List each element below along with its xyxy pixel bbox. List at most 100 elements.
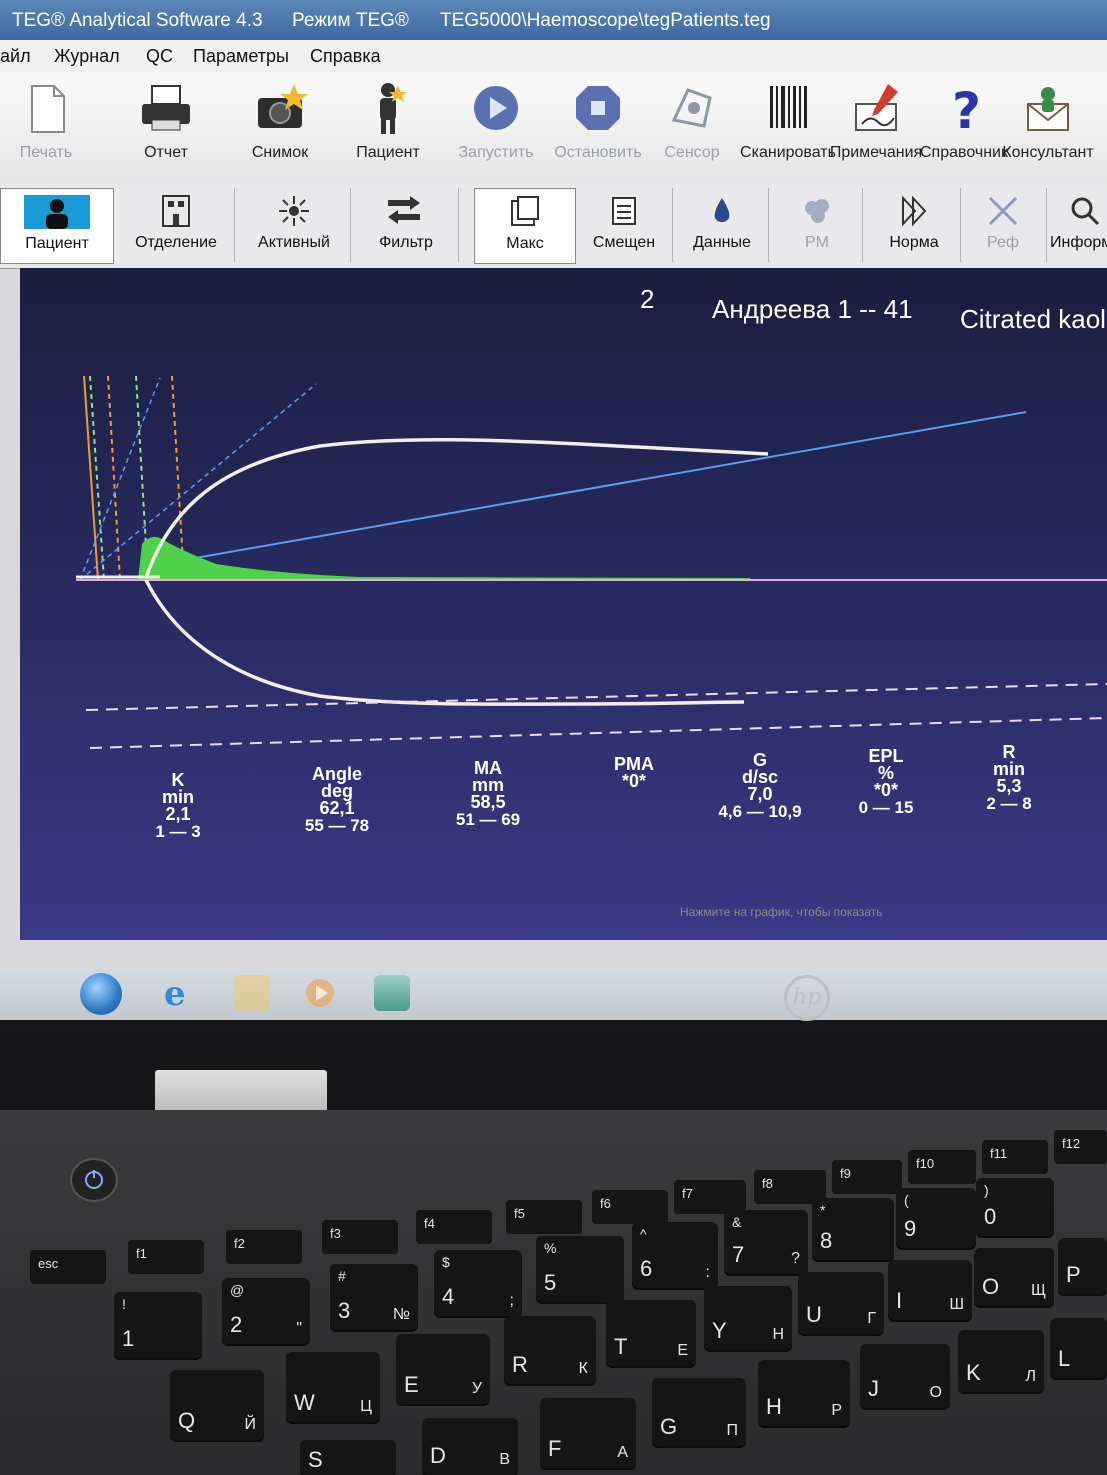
key-6[interactable]: ^ 6: <box>632 1222 718 1288</box>
norm-icon <box>902 195 927 227</box>
key-f10[interactable]: f10 <box>908 1150 976 1184</box>
key-3[interactable]: #3 № <box>330 1264 418 1330</box>
param-r-range: 2 — 8 <box>986 794 1032 813</box>
scan-button[interactable]: Сканировать <box>738 80 838 162</box>
power-button[interactable] <box>70 1158 118 1202</box>
print-button[interactable]: Печать <box>0 80 96 162</box>
key-d[interactable]: DВ <box>422 1418 518 1475</box>
title-bar: TEG® Analytical Software 4.3 Режим TEG® … <box>0 0 1107 40</box>
tab-patient[interactable]: Пациент <box>0 188 114 264</box>
report-label: Отчет <box>144 144 188 161</box>
tab-active[interactable]: Активный <box>238 188 351 262</box>
tab-bar: Пациент Отделение Активный Фильтр Макс С… <box>0 184 1107 269</box>
notes-button[interactable]: Примечания <box>826 80 926 162</box>
key-7[interactable]: & 7? <box>724 1210 808 1274</box>
param-k-value: 2,1 <box>165 804 191 824</box>
patient-toolbar-button[interactable]: Пациент <box>338 80 438 162</box>
key-j[interactable]: JО <box>860 1344 950 1408</box>
start-label: Запустить <box>458 144 534 161</box>
key-e[interactable]: EУ <box>396 1334 490 1404</box>
param-pma-value: *0* <box>621 771 647 791</box>
drop-icon <box>714 198 730 223</box>
param-ma-range: 51 — 69 <box>455 810 521 829</box>
menu-qc[interactable]: QC <box>146 46 173 67</box>
key-o[interactable]: OЩ <box>974 1248 1054 1306</box>
key-k[interactable]: KЛ <box>958 1330 1044 1392</box>
menu-help[interactable]: Справка <box>310 46 381 67</box>
consultant-button[interactable]: Консультант <box>998 80 1098 162</box>
key-2[interactable]: @2 " <box>222 1278 310 1344</box>
tab-pm[interactable]: PM <box>772 188 863 262</box>
key-f7[interactable]: f7 <box>674 1180 746 1214</box>
key-r[interactable]: RК <box>504 1316 596 1384</box>
param-angle: Angle deg 62,1 55 — 78 <box>282 765 392 835</box>
menu-parameters[interactable]: Параметры <box>193 46 289 67</box>
tab-patient-label: Пациент <box>25 235 89 252</box>
menu-file[interactable]: айл <box>0 46 31 67</box>
stop-button[interactable]: Остановить <box>548 80 648 162</box>
tab-department[interactable]: Отделение <box>118 188 235 262</box>
param-g-value: 7,0 <box>747 784 773 804</box>
mode-label: Режим TEG® <box>292 10 409 31</box>
power-icon <box>85 1170 103 1189</box>
key-esc[interactable]: esc <box>30 1250 106 1284</box>
play-icon <box>474 86 518 130</box>
key-p[interactable]: P <box>1058 1238 1107 1294</box>
tab-norm[interactable]: Норма <box>868 188 961 262</box>
trace-upper <box>144 437 769 579</box>
sensor-label: Сенсор <box>664 144 720 161</box>
key-5[interactable]: % 5 <box>536 1236 624 1302</box>
key-t[interactable]: TЕ <box>606 1300 696 1366</box>
key-f11[interactable]: f11 <box>982 1140 1048 1174</box>
key-9[interactable]: (9 <box>896 1188 976 1248</box>
menu-journal[interactable]: Журнал <box>54 46 120 67</box>
snapshot-button[interactable]: Снимок <box>230 80 330 162</box>
key-w[interactable]: WЦ <box>286 1352 380 1422</box>
tab-max-label: Макс <box>506 235 544 252</box>
key-f5[interactable]: f5 <box>506 1200 582 1234</box>
media-icon[interactable] <box>302 975 338 1011</box>
tab-max[interactable]: Макс <box>474 188 576 264</box>
key-s[interactable]: S <box>300 1440 396 1475</box>
velocity-fill <box>138 536 750 581</box>
filter-icon <box>388 196 420 224</box>
explorer-icon[interactable] <box>234 975 270 1011</box>
key-l[interactable]: L <box>1050 1318 1107 1378</box>
teg-plot-area[interactable]: 2 Андреева 1 -- 41 Citrated kaolin <box>20 268 1107 940</box>
key-f6[interactable]: f6 <box>592 1190 668 1224</box>
start-button[interactable]: Запустить <box>446 80 546 162</box>
sensor-button[interactable]: Сенсор <box>642 80 742 162</box>
status-hint: Нажмите на график, чтобы показать <box>680 905 883 919</box>
key-0[interactable]: ) 0 <box>976 1178 1054 1236</box>
param-angle-range: 55 — 78 <box>304 816 370 835</box>
ie-icon[interactable]: e <box>160 974 196 1014</box>
key-f3[interactable]: f3 <box>322 1220 398 1254</box>
key-1[interactable]: ! 1 <box>114 1292 202 1358</box>
tab-offset[interactable]: Смещен <box>576 188 673 262</box>
key-y[interactable]: YН <box>704 1286 792 1350</box>
tab-filter[interactable]: Фильтр <box>354 188 459 262</box>
key-f1[interactable]: f1 <box>128 1240 204 1274</box>
key-q[interactable]: QЙ <box>170 1370 264 1440</box>
tab-ref[interactable]: Реф <box>960 188 1047 262</box>
key-u[interactable]: UГ <box>798 1272 884 1334</box>
tab-pm-label: PM <box>805 234 829 251</box>
key-f2[interactable]: f2 <box>226 1230 302 1264</box>
teg-app-icon[interactable] <box>374 975 410 1011</box>
key-h[interactable]: HР <box>758 1360 850 1426</box>
trace-lower <box>144 579 745 706</box>
key-i[interactable]: IШ <box>888 1260 972 1320</box>
key-f4[interactable]: f4 <box>416 1210 492 1244</box>
key-f9[interactable]: f9 <box>832 1160 902 1194</box>
tab-filter-label: Фильтр <box>379 234 433 251</box>
param-r: R min 5,3 2 — 8 <box>974 743 1044 813</box>
key-f[interactable]: FА <box>540 1398 636 1468</box>
tab-info[interactable]: Информа <box>1050 188 1107 262</box>
key-f12[interactable]: f12 <box>1054 1130 1107 1164</box>
key-g[interactable]: GП <box>652 1378 746 1446</box>
start-orb[interactable] <box>80 973 122 1015</box>
tab-data[interactable]: Данные <box>676 188 769 262</box>
key-4[interactable]: $4; <box>434 1250 522 1316</box>
key-8[interactable]: * 8 <box>812 1198 894 1260</box>
report-button[interactable]: Отчет <box>116 80 216 162</box>
